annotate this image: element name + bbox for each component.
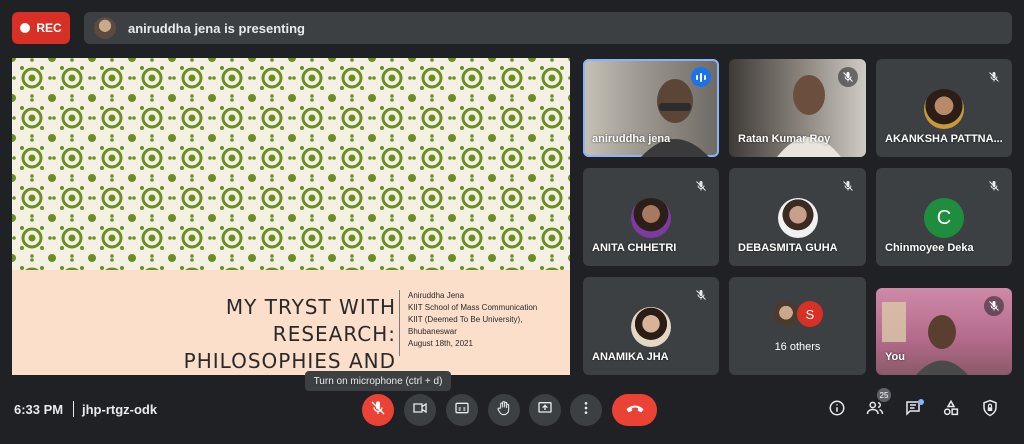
others-avatar-letter: S (797, 301, 823, 327)
people-icon (866, 399, 884, 422)
meeting-details-button[interactable] (826, 399, 848, 421)
more-icon (578, 400, 594, 421)
people-button[interactable] (864, 399, 886, 421)
participant-name: ANAMIKA JHA (592, 351, 669, 363)
presenting-text: aniruddha jena is presenting (128, 20, 305, 36)
slide-divider (399, 290, 400, 356)
participant-tile-ratan[interactable]: Ratan Kumar Roy (729, 59, 866, 157)
host-controls-button[interactable] (979, 399, 1001, 421)
slide-author-info: Aniruddha Jena KIIT School of Mass Commu… (408, 290, 537, 350)
participant-tile-chinmoyee[interactable]: C Chinmoyee Deka (876, 168, 1012, 266)
presenter-avatar (94, 17, 116, 39)
participant-tile-debasmita[interactable]: DEBASMITA GUHA (729, 168, 866, 266)
presenting-banner[interactable]: aniruddha jena is presenting (84, 12, 1012, 44)
participant-name: Ratan Kumar Roy (738, 133, 831, 145)
participant-avatar (631, 198, 671, 238)
mic-off-icon (838, 67, 858, 87)
record-dot-icon (20, 23, 31, 33)
others-count-label: 16 others (774, 341, 821, 353)
slide-pattern (12, 58, 570, 270)
slide-city: Bhubaneswar (408, 327, 457, 336)
participant-tile-anita[interactable]: ANITA CHHETRI (583, 168, 719, 266)
slide-title: MY TRYST WITH RESEARCH: PHILOSOPHIES AND… (183, 295, 396, 373)
chat-unread-dot (918, 399, 924, 405)
mic-off-icon (370, 400, 386, 421)
info-icon (828, 399, 846, 422)
participant-avatar (924, 89, 964, 129)
presentation-slide: MY TRYST WITH RESEARCH: PHILOSOPHIES AND… (12, 58, 570, 375)
camera-icon (412, 400, 428, 421)
activities-button[interactable] (940, 399, 962, 421)
captions-icon (454, 400, 470, 421)
participant-tile-you[interactable]: You (876, 288, 1012, 375)
more-options-button[interactable] (570, 394, 602, 426)
activities-icon (942, 399, 960, 422)
present-icon (537, 400, 553, 421)
slide-date: August 18th, 2021 (408, 339, 473, 348)
participant-name: Chinmoyee Deka (885, 242, 974, 254)
present-now-button[interactable] (529, 394, 561, 426)
participant-name: DEBASMITA GUHA (738, 242, 838, 254)
recording-indicator[interactable]: REC (12, 12, 70, 44)
mic-off-icon (984, 296, 1004, 316)
participant-name: aniruddha jena (592, 133, 671, 145)
mic-off-icon (984, 67, 1004, 87)
slide-title-area: MY TRYST WITH RESEARCH: PHILOSOPHIES AND… (12, 270, 570, 375)
participant-tile-akanksha[interactable]: AKANKSHA PATTNA... (876, 59, 1012, 157)
others-avatar (773, 301, 799, 327)
separator (73, 401, 74, 417)
host-controls-icon (981, 399, 999, 422)
mic-off-icon (691, 176, 711, 196)
slide-author: Aniruddha Jena (408, 291, 465, 300)
mic-off-icon (691, 285, 711, 305)
speaking-indicator-icon (691, 67, 711, 87)
leave-call-button[interactable] (612, 394, 657, 426)
slide-school: KIIT School of Mass Communication (408, 303, 538, 312)
meeting-code: jhp-rtgz-odk (82, 402, 158, 417)
mic-off-icon (984, 176, 1004, 196)
participant-name: ANITA CHHETRI (592, 242, 677, 254)
raise-hand-icon (496, 400, 512, 421)
slide-university: KIIT (Deemed To Be University), (408, 315, 523, 324)
raise-hand-button[interactable] (488, 394, 520, 426)
participant-avatar-letter: C (924, 198, 964, 238)
captions-button[interactable] (446, 394, 478, 426)
participant-tile-others[interactable]: S 16 others (729, 277, 866, 375)
meet-window: REC aniruddha jena is presenting MY TRYS… (0, 0, 1024, 444)
participant-name: AKANKSHA PATTNA... (885, 133, 1003, 145)
mic-off-icon (838, 176, 858, 196)
participant-tile-aniruddha[interactable]: aniruddha jena (583, 59, 719, 157)
participant-avatar (631, 307, 671, 347)
people-count-badge: 25 (877, 388, 891, 402)
camera-toggle-button[interactable] (404, 394, 436, 426)
microphone-tooltip: Turn on microphone (ctrl + d) (305, 371, 451, 391)
participant-name: You (885, 351, 905, 363)
rec-label: REC (36, 21, 62, 35)
clock-time: 6:33 PM (14, 402, 64, 417)
hang-up-icon (625, 401, 645, 419)
participant-avatar (777, 198, 818, 238)
mic-toggle-button[interactable] (362, 394, 394, 426)
participant-tile-anamika[interactable]: ANAMIKA JHA (583, 277, 719, 375)
